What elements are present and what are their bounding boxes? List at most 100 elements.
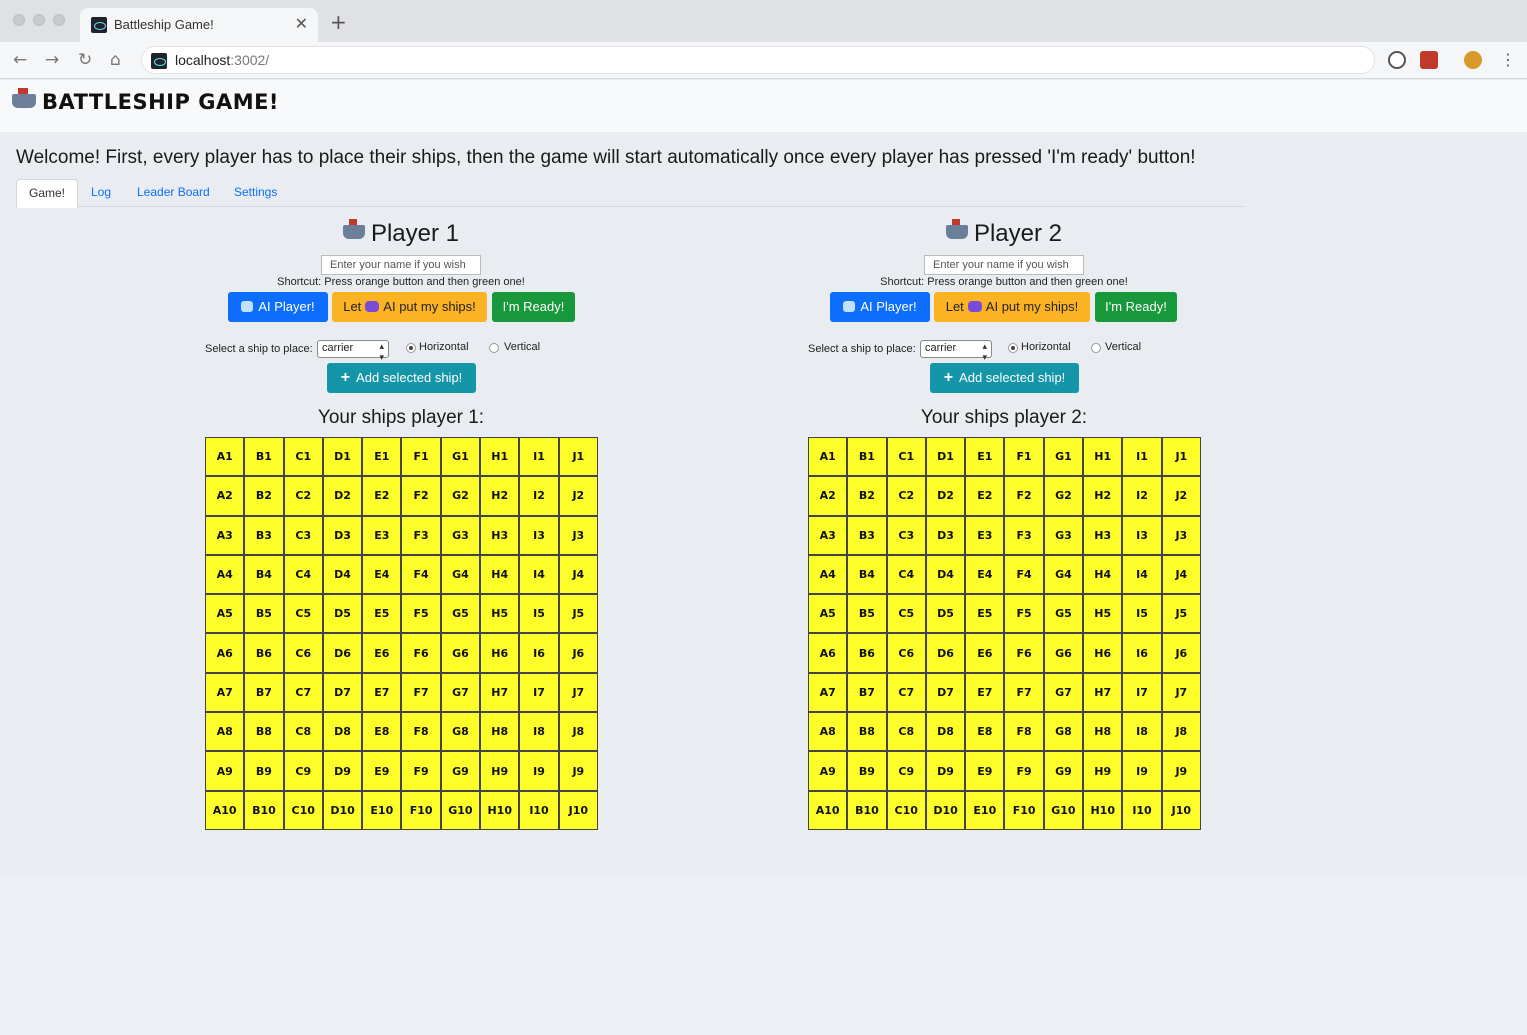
grid-cell[interactable]: G1	[440, 437, 481, 477]
grid-cell[interactable]: D6	[322, 633, 363, 673]
grid-cell[interactable]: F7	[1004, 672, 1044, 713]
grid-cell[interactable]: A2	[205, 476, 245, 516]
grid-cell[interactable]: I9	[519, 751, 559, 791]
grid-cell[interactable]: D4	[322, 554, 363, 595]
grid-cell[interactable]: J10	[558, 790, 598, 830]
close-window-button[interactable]	[13, 14, 25, 26]
grid-cell[interactable]: E3	[362, 515, 402, 555]
grid-cell[interactable]: G3	[1043, 515, 1084, 555]
grid-cell[interactable]: I5	[1122, 594, 1162, 634]
grid-cell[interactable]: G8	[1043, 712, 1084, 752]
grid-cell[interactable]: F9	[1004, 751, 1044, 791]
grid-cell[interactable]: G6	[1043, 633, 1084, 673]
grid-cell[interactable]: D5	[925, 594, 966, 634]
horizontal-radio[interactable]	[406, 343, 416, 353]
grid-cell[interactable]: H10	[480, 790, 520, 830]
grid-cell[interactable]: I6	[519, 633, 559, 673]
grid-cell[interactable]: D7	[322, 672, 363, 713]
grid-cell[interactable]: F1	[401, 437, 441, 477]
grid-cell[interactable]: B2	[244, 476, 284, 516]
grid-cell[interactable]: B6	[244, 633, 284, 673]
browser-menu-icon[interactable]: ⋮	[1500, 50, 1516, 70]
grid-cell[interactable]: G2	[440, 476, 481, 516]
grid-cell[interactable]: C1	[886, 437, 926, 477]
grid-cell[interactable]: F2	[1004, 476, 1044, 516]
grid-cell[interactable]: J8	[1161, 712, 1201, 752]
grid-cell[interactable]: G5	[440, 594, 481, 634]
grid-cell[interactable]: F1	[1004, 437, 1044, 477]
grid-cell[interactable]: F3	[1004, 515, 1044, 555]
address-bar[interactable]: localhost:3002/	[141, 46, 1375, 74]
ai-place-ships-button[interactable]: Let AI put my ships!	[934, 292, 1090, 322]
tab-log[interactable]: Log	[91, 179, 111, 207]
grid-cell[interactable]: G9	[440, 751, 481, 791]
grid-cell[interactable]: I4	[519, 554, 559, 595]
grid-cell[interactable]: I9	[1122, 751, 1162, 791]
avatar[interactable]	[1464, 51, 1482, 69]
grid-cell[interactable]: A6	[808, 633, 848, 673]
grid-cell[interactable]: C1	[283, 437, 323, 477]
grid-cell[interactable]: F5	[401, 594, 441, 634]
grid-cell[interactable]: G7	[1043, 672, 1084, 713]
grid-cell[interactable]: J9	[1161, 751, 1201, 791]
grid-cell[interactable]: J9	[558, 751, 598, 791]
grid-cell[interactable]: G5	[1043, 594, 1084, 634]
grid-cell[interactable]: I3	[1122, 515, 1162, 555]
grid-cell[interactable]: A4	[205, 554, 245, 595]
grid-cell[interactable]: F5	[1004, 594, 1044, 634]
grid-cell[interactable]: C8	[886, 712, 926, 752]
back-icon[interactable]: ←	[13, 50, 27, 70]
grid-cell[interactable]: C2	[886, 476, 926, 516]
grid-cell[interactable]: H5	[1083, 594, 1123, 634]
grid-cell[interactable]: C9	[283, 751, 323, 791]
grid-cell[interactable]: D2	[322, 476, 363, 516]
grid-cell[interactable]: D9	[322, 751, 363, 791]
grid-cell[interactable]: J5	[1161, 594, 1201, 634]
grid-cell[interactable]: F6	[401, 633, 441, 673]
grid-cell[interactable]: J10	[1161, 790, 1201, 830]
grid-cell[interactable]: H6	[480, 633, 520, 673]
grid-cell[interactable]: H9	[1083, 751, 1123, 791]
grid-cell[interactable]: E1	[965, 437, 1005, 477]
grid-cell[interactable]: B7	[847, 672, 887, 713]
grid-cell[interactable]: C3	[283, 515, 323, 555]
grid-cell[interactable]: F6	[1004, 633, 1044, 673]
grid-cell[interactable]: H4	[480, 554, 520, 595]
grid-cell[interactable]: I1	[519, 437, 559, 477]
home-icon[interactable]: ⌂	[110, 50, 121, 70]
grid-cell[interactable]: G4	[1043, 554, 1084, 595]
new-tab-button[interactable]: +	[330, 12, 347, 32]
grid-cell[interactable]: B1	[244, 437, 284, 477]
grid-cell[interactable]: C6	[886, 633, 926, 673]
grid-cell[interactable]: H8	[480, 712, 520, 752]
grid-cell[interactable]: C5	[283, 594, 323, 634]
grid-cell[interactable]: G3	[440, 515, 481, 555]
grid-cell[interactable]: C7	[283, 672, 323, 713]
grid-cell[interactable]: B6	[847, 633, 887, 673]
grid-cell[interactable]: E5	[965, 594, 1005, 634]
grid-cell[interactable]: F10	[1004, 790, 1044, 830]
ai-player-button[interactable]: AI Player!	[830, 292, 930, 322]
grid-cell[interactable]: J7	[558, 672, 598, 713]
grid-cell[interactable]: I10	[519, 790, 559, 830]
grid-cell[interactable]: A2	[808, 476, 848, 516]
add-ship-button[interactable]: + Add selected ship!	[327, 363, 476, 393]
grid-cell[interactable]: B9	[847, 751, 887, 791]
grid-cell[interactable]: J6	[1161, 633, 1201, 673]
grid-cell[interactable]: C10	[283, 790, 323, 830]
grid-cell[interactable]: B9	[244, 751, 284, 791]
grid-cell[interactable]: G9	[1043, 751, 1084, 791]
grid-cell[interactable]: B5	[847, 594, 887, 634]
grid-cell[interactable]: B1	[847, 437, 887, 477]
grid-cell[interactable]: A10	[808, 790, 848, 830]
player-name-input[interactable]	[321, 255, 481, 275]
grid-cell[interactable]: F2	[401, 476, 441, 516]
grid-cell[interactable]: A7	[205, 672, 245, 713]
grid-cell[interactable]: H1	[1083, 437, 1123, 477]
grid-cell[interactable]: C4	[283, 554, 323, 595]
grid-cell[interactable]: J5	[558, 594, 598, 634]
grid-cell[interactable]: C10	[886, 790, 926, 830]
minimize-window-button[interactable]	[33, 14, 45, 26]
grid-cell[interactable]: J2	[1161, 476, 1201, 516]
vertical-radio[interactable]	[489, 343, 499, 353]
